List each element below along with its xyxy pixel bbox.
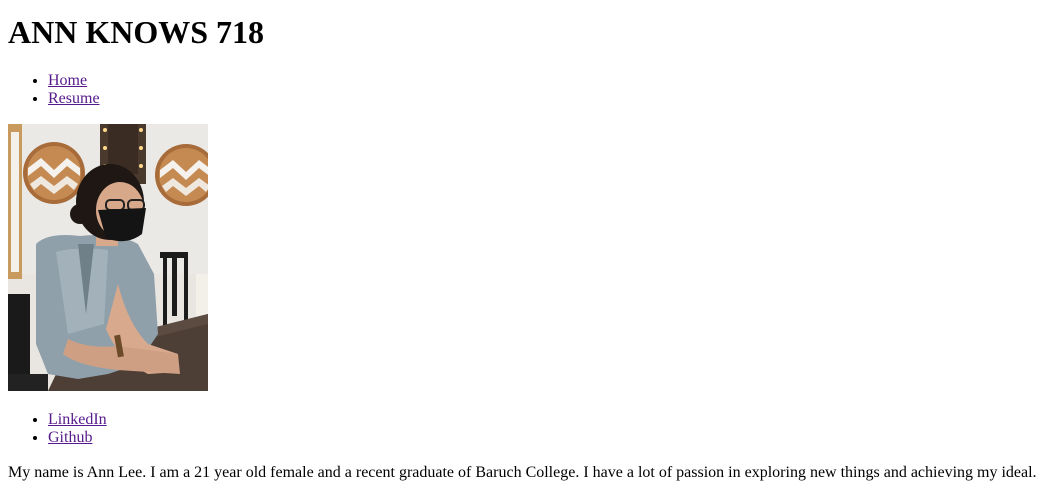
- resume-link[interactable]: Resume: [48, 90, 100, 107]
- nav-item-resume: Resume: [48, 90, 100, 108]
- page-title: ANN KNOWS 718: [8, 14, 265, 50]
- github-link[interactable]: Github: [48, 429, 92, 446]
- bio-paragraph: My name is Ann Lee. I am a 21 year old f…: [8, 464, 1037, 481]
- linkedin-link[interactable]: LinkedIn: [48, 411, 107, 428]
- home-link[interactable]: Home: [48, 72, 87, 89]
- main-nav: Home Resume: [0, 72, 100, 108]
- social-links: LinkedIn Github: [0, 411, 107, 447]
- social-item-linkedin: LinkedIn: [48, 411, 107, 429]
- profile-photo: [8, 124, 208, 391]
- nav-item-home: Home: [48, 72, 100, 90]
- social-item-github: Github: [48, 429, 107, 447]
